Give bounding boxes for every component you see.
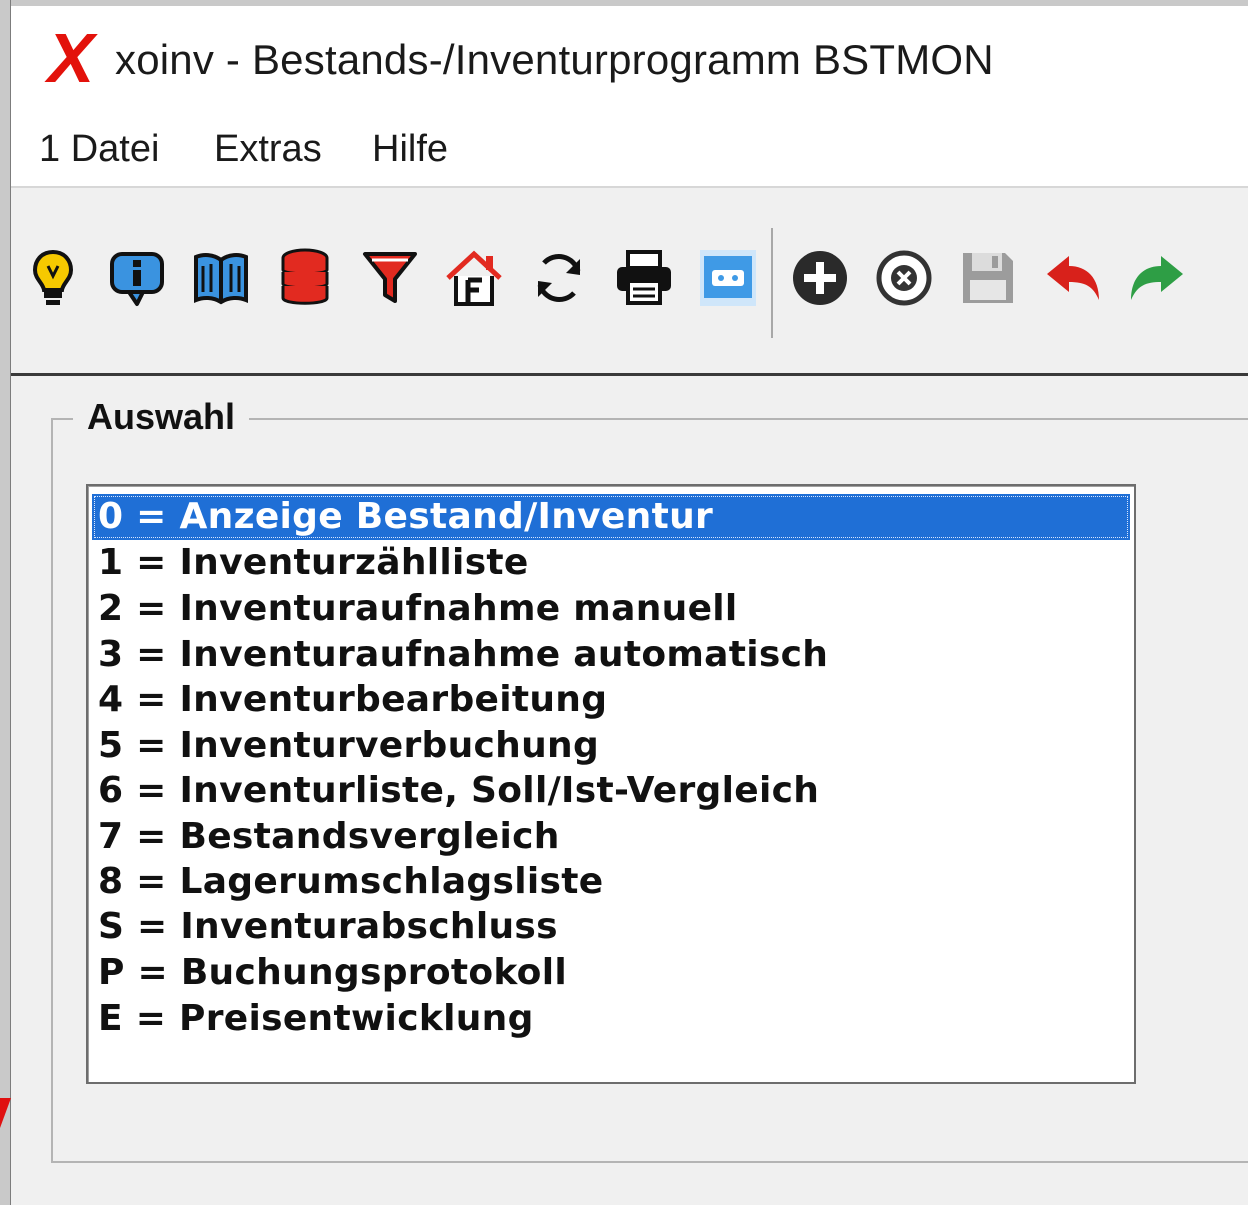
title-bar[interactable]: X xoinv - Bestands-/Inventurprogramm BST… xyxy=(11,6,1248,116)
cancel-button[interactable] xyxy=(872,246,936,310)
menu-hilfe[interactable]: Hilfe xyxy=(372,128,448,171)
list-item-p[interactable]: P = Buchungsprotokoll xyxy=(92,950,1130,996)
book-icon xyxy=(194,253,248,305)
list-item-1[interactable]: 1 = Inventurzählliste xyxy=(92,540,1130,586)
list-item-3[interactable]: 3 = Inventuraufnahme automatisch xyxy=(92,632,1130,678)
menu-bar: 1 Datei Extras Hilfe xyxy=(11,116,1248,186)
undo-button[interactable] xyxy=(1041,246,1105,310)
add-button[interactable] xyxy=(788,246,852,310)
database-icon xyxy=(281,248,329,305)
list-item-6[interactable]: 6 = Inventurliste, Soll/Ist-Vergleich xyxy=(92,768,1130,814)
redo-icon xyxy=(1131,256,1183,300)
printer-icon xyxy=(617,250,671,305)
list-item-s[interactable]: S = Inventurabschluss xyxy=(92,904,1130,950)
undo-icon xyxy=(1047,256,1099,300)
list-item-5[interactable]: 5 = Inventurverbuchung xyxy=(92,723,1130,769)
filter-button[interactable] xyxy=(358,246,422,310)
database-button[interactable] xyxy=(273,246,337,310)
background-red-mark xyxy=(0,1098,11,1128)
home-f-icon xyxy=(446,250,502,306)
toolbar xyxy=(11,188,1248,373)
window-icon xyxy=(700,250,756,306)
list-item-7[interactable]: 7 = Bestandsvergleich xyxy=(92,814,1130,860)
lightbulb-icon xyxy=(32,249,74,305)
refresh-icon xyxy=(537,254,581,302)
list-item-8[interactable]: 8 = Lagerumschlagsliste xyxy=(92,859,1130,905)
selection-listbox[interactable]: 0 = Anzeige Bestand/Inventur 1 = Inventu… xyxy=(86,484,1136,1084)
print-button[interactable] xyxy=(612,246,676,310)
redo-button[interactable] xyxy=(1125,246,1189,310)
list-item-4[interactable]: 4 = Inventurbearbeitung xyxy=(92,677,1130,723)
toolbar-border xyxy=(11,373,1248,376)
lightbulb-button[interactable] xyxy=(21,246,85,310)
info-button[interactable] xyxy=(105,246,169,310)
list-item-e[interactable]: E = Preisentwicklung xyxy=(92,996,1130,1042)
filter-icon xyxy=(363,252,417,303)
info-icon xyxy=(110,252,164,306)
list-item-0[interactable]: 0 = Anzeige Bestand/Inventur xyxy=(92,494,1130,540)
save-button[interactable] xyxy=(956,246,1020,310)
save-icon xyxy=(963,253,1013,303)
add-circle-icon xyxy=(793,251,847,305)
home-f-button[interactable] xyxy=(442,246,506,310)
selection-group-label: Auswahl xyxy=(73,396,250,438)
window-title: xoinv - Bestands-/Inventurprogramm BSTMO… xyxy=(115,36,994,83)
window-button[interactable] xyxy=(696,246,760,310)
book-button[interactable] xyxy=(189,246,253,310)
menu-datei[interactable]: 1 Datei xyxy=(39,128,159,171)
background-window-edge xyxy=(0,0,11,1205)
application-window: X xoinv - Bestands-/Inventurprogramm BST… xyxy=(11,6,1248,1205)
menu-extras[interactable]: Extras xyxy=(214,128,322,171)
toolbar-separator xyxy=(771,228,773,338)
list-item-2[interactable]: 2 = Inventuraufnahme manuell xyxy=(92,586,1130,632)
app-logo-icon: X xyxy=(47,19,95,97)
cancel-circle-icon xyxy=(876,250,932,306)
refresh-button[interactable] xyxy=(527,246,591,310)
